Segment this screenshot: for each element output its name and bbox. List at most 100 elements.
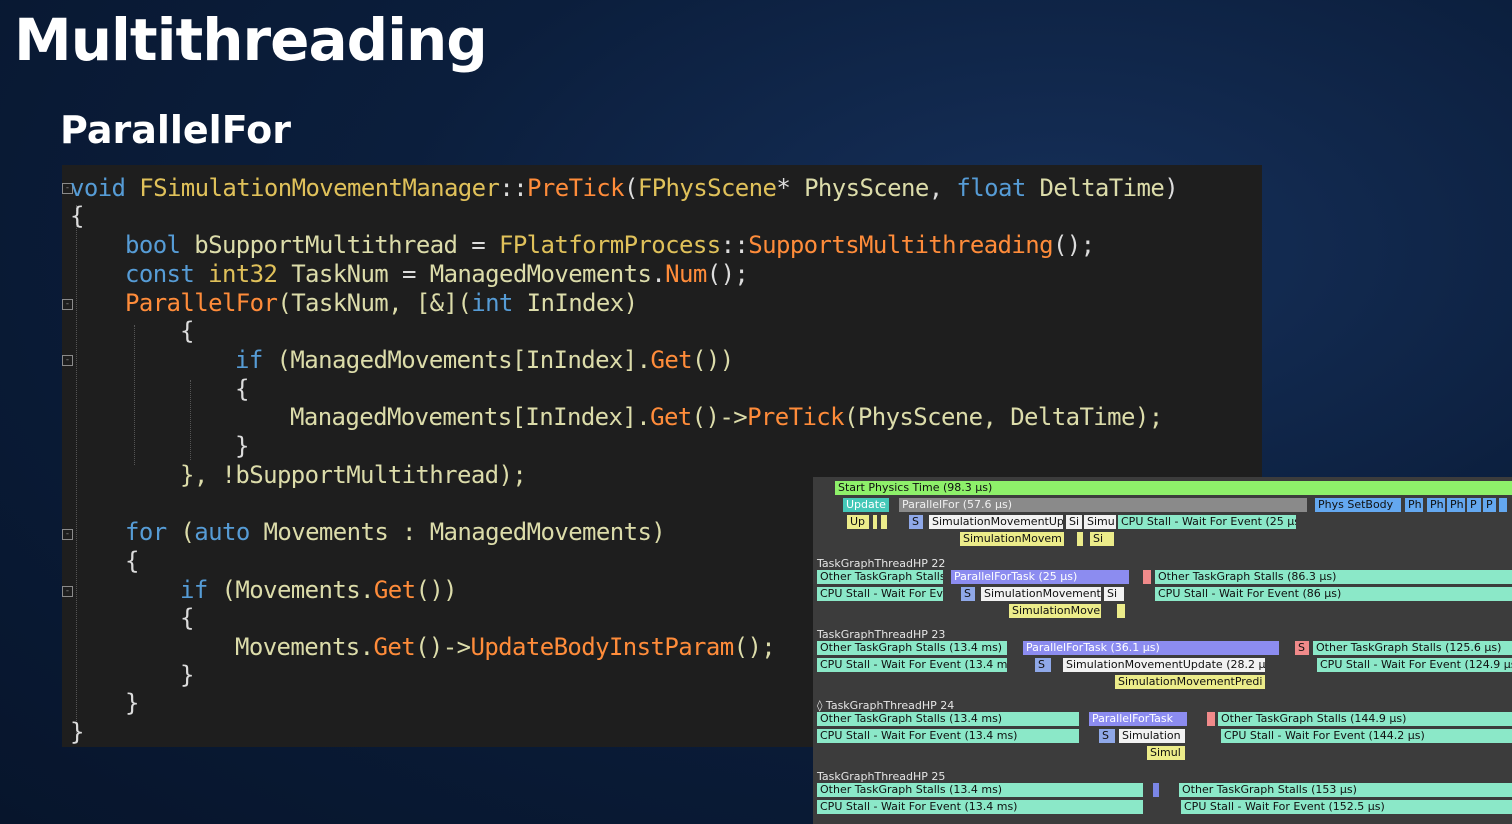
timing-bar-cpu-stall[interactable]: CPU Stall - Wait For Ev xyxy=(817,587,943,601)
timing-bar-other-stalls[interactable]: Other TaskGraph Stalls (13.4 ms) xyxy=(817,712,1079,726)
timing-bar-other-stalls[interactable]: Other TaskGraph Stalls (86.3 µs) xyxy=(1155,570,1512,584)
timing-bar-cpu-stall[interactable]: CPU Stall - Wait For Event (25 µs xyxy=(1118,515,1296,529)
timing-bar[interactable] xyxy=(873,515,877,529)
code-line: bool bSupportMultithread = FPlatformProc… xyxy=(125,230,1095,260)
profiler-timeline: Start Physics Time (98.3 µs) Update Para… xyxy=(813,477,1512,824)
timing-bar-sim-movement[interactable]: SimulationMovement xyxy=(981,587,1101,601)
timing-bar-other-stalls[interactable]: Other TaskGraph Stalls xyxy=(817,570,943,584)
timing-bar-cpu-stall[interactable]: CPU Stall - Wait For Event (86 µs) xyxy=(1155,587,1512,601)
code-line: { xyxy=(180,604,194,632)
punct: . xyxy=(651,260,666,288)
fold-toggle-icon[interactable]: - xyxy=(62,586,73,597)
timing-bar-other-stalls[interactable]: Other TaskGraph Stalls (13.4 ms) xyxy=(817,783,1143,797)
timing-bar-sim-update[interactable]: SimulationMovementUpdate (28.2 µs xyxy=(1063,658,1265,672)
timing-bar-cpu-stall[interactable]: CPU Stall - Wait For Event (13.4 ms) xyxy=(817,800,1143,814)
timing-bar[interactable] xyxy=(1153,783,1159,797)
punct: * xyxy=(776,174,805,202)
punct: (); xyxy=(1052,231,1095,259)
code-text: ManagedMovements[InIndex]. xyxy=(290,403,651,431)
timing-bar-p[interactable]: P xyxy=(1483,498,1496,512)
fold-toggle-icon[interactable]: - xyxy=(62,299,73,310)
timing-bar-ph[interactable]: Ph xyxy=(1427,498,1445,512)
keyword: for xyxy=(125,518,167,546)
timing-bar-parallelfortask[interactable]: ParallelForTask (36.1 µs) xyxy=(1023,641,1279,655)
code-text: }, !bSupportMultithread); xyxy=(180,461,527,489)
timing-bar-up[interactable]: Up xyxy=(847,515,869,529)
timing-bar-sim-update[interactable]: SimulationMovementUp xyxy=(929,515,1063,529)
variable: TaskNum xyxy=(277,260,389,288)
timing-bar-s[interactable]: S xyxy=(1295,641,1309,655)
timing-bar-si[interactable]: Si xyxy=(1066,515,1082,529)
timing-bar-parallelfortask[interactable]: ParallelForTask (25 µs) xyxy=(951,570,1129,584)
timing-bar-s[interactable]: S xyxy=(909,515,923,529)
code-line: const int32 TaskNum = ManagedMovements.N… xyxy=(125,259,749,289)
timing-bar-cpu-stall[interactable]: CPU Stall - Wait For Event (124.9 µs xyxy=(1317,658,1512,672)
function-name: UpdateBodyInstParam xyxy=(470,633,734,661)
timing-bar-simulation[interactable]: Simulation xyxy=(1119,729,1185,743)
timing-bar-cpu-stall[interactable]: CPU Stall - Wait For Event (144.2 µs) xyxy=(1221,729,1512,743)
timing-bar-ph[interactable]: Ph xyxy=(1405,498,1423,512)
timing-bar-p[interactable]: P xyxy=(1467,498,1481,512)
timing-bar-cpu-stall[interactable]: CPU Stall - Wait For Event (13.4 ms xyxy=(817,658,1007,672)
timing-bar-simul[interactable]: Simul xyxy=(1147,746,1185,760)
code-line: void FSimulationMovementManager::PreTick… xyxy=(70,173,1179,203)
code-line: Movements.Get()->UpdateBodyInstParam(); xyxy=(235,632,776,662)
indent-guide xyxy=(76,205,77,735)
timing-bar-parallelfortask[interactable]: ParallelForTask xyxy=(1089,712,1187,726)
timing-bar-si[interactable]: Si xyxy=(1090,532,1114,546)
code-line: } xyxy=(235,432,249,460)
timing-bar-s[interactable]: S xyxy=(1099,729,1115,743)
code-line: if (Movements.Get()) xyxy=(180,575,458,605)
timing-bar-s[interactable]: S xyxy=(1035,658,1051,672)
timing-bar-other-stalls[interactable]: Other TaskGraph Stalls (13.4 ms) xyxy=(817,641,1007,655)
punct: :: xyxy=(720,231,749,259)
slide-subtitle: ParallelFor xyxy=(60,108,291,152)
timing-bar[interactable] xyxy=(881,515,887,529)
timing-bar-update[interactable]: Update xyxy=(843,498,889,512)
slide-title: Multithreading xyxy=(14,6,488,74)
punct: ( xyxy=(624,174,638,202)
timing-bar-other-stalls[interactable]: Other TaskGraph Stalls (144.9 µs) xyxy=(1218,712,1512,726)
timing-bar-cpu-stall[interactable]: CPU Stall - Wait For Event (13.4 ms) xyxy=(817,729,1079,743)
fold-toggle-icon[interactable]: - xyxy=(62,355,73,366)
keyword: bool xyxy=(125,231,181,259)
code-line: { xyxy=(235,375,249,403)
timing-bar[interactable] xyxy=(1077,532,1083,546)
timing-bar-sim-predict[interactable]: SimulationMovementPredi xyxy=(1115,675,1265,689)
timing-bar-si[interactable]: Si xyxy=(1104,587,1124,601)
indent-guide xyxy=(134,325,135,465)
code-text: Movements : ManagedMovements) xyxy=(249,518,666,546)
code-line: { xyxy=(125,547,139,575)
timing-bar-start-physics[interactable]: Start Physics Time (98.3 µs) xyxy=(835,481,1512,495)
keyword: float xyxy=(956,174,1026,202)
thread-label: TaskGraphThreadHP 22 xyxy=(817,557,946,570)
code-line: { xyxy=(180,317,194,345)
fold-toggle-icon[interactable]: - xyxy=(62,529,73,540)
code-text: ( xyxy=(166,518,195,546)
timing-bar-cpu-stall[interactable]: CPU Stall - Wait For Event (152.5 µs) xyxy=(1181,800,1512,814)
code-text: InIndex) xyxy=(512,289,638,317)
param: DeltaTime xyxy=(1039,174,1165,202)
variable: bSupportMultithread xyxy=(180,231,458,259)
timing-bar[interactable] xyxy=(1117,604,1125,618)
timing-bar-phys-setbody[interactable]: Phys SetBody xyxy=(1315,498,1401,512)
timing-bar-other-stalls[interactable]: Other TaskGraph Stalls (125.6 µs) xyxy=(1313,641,1512,655)
timing-bar-ph[interactable]: Ph xyxy=(1447,498,1465,512)
timing-bar-s[interactable]: S xyxy=(961,587,975,601)
code-line: } xyxy=(125,689,139,717)
type-name: int32 xyxy=(194,260,278,288)
code-text: (Movements. xyxy=(207,576,375,604)
code-line: }, !bSupportMultithread); xyxy=(180,460,527,490)
keyword: void xyxy=(70,174,126,202)
code-line: if (ManagedMovements[InIndex].Get()) xyxy=(235,345,734,375)
punct: = xyxy=(457,231,499,259)
keyword: auto xyxy=(194,518,250,546)
timing-bar-simu[interactable]: Simu xyxy=(1084,515,1116,529)
timing-bar-other-stalls[interactable]: Other TaskGraph Stalls (153 µs) xyxy=(1179,783,1512,797)
timing-bar[interactable] xyxy=(1143,570,1151,584)
timing-bar-sim-move[interactable]: SimulationMove xyxy=(1009,604,1101,618)
timing-bar-sim-movem[interactable]: SimulationMovem xyxy=(960,532,1064,546)
timing-bar[interactable] xyxy=(1499,498,1507,512)
timing-bar[interactable] xyxy=(1207,712,1215,726)
timing-bar-parallelfor[interactable]: ParallelFor (57.6 µs) xyxy=(899,498,1307,512)
